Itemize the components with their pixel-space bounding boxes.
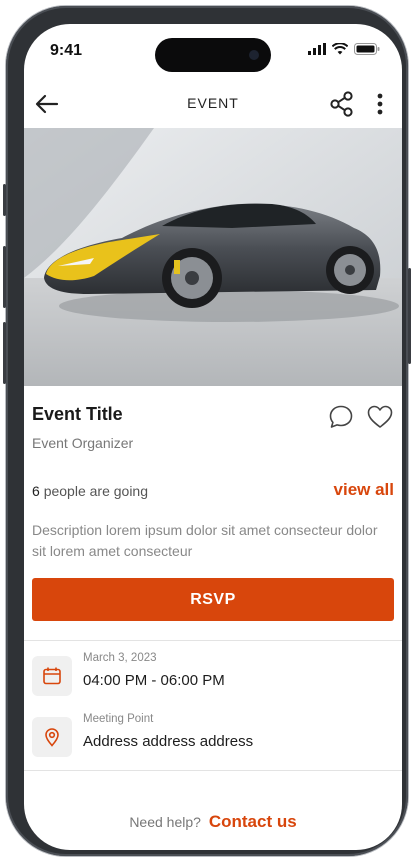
location-pin-icon: [45, 728, 59, 747]
help-text: Need help?: [129, 814, 201, 830]
battery-icon: [354, 43, 380, 55]
attendee-count: 6 people are going: [32, 483, 148, 499]
heart-icon[interactable]: [366, 403, 394, 431]
calendar-icon-box: [32, 656, 72, 696]
volume-down-button: [3, 322, 6, 384]
more-vertical-icon[interactable]: [370, 90, 390, 118]
power-button: [408, 268, 411, 364]
share-icon[interactable]: [328, 90, 356, 118]
status-icons: [308, 43, 380, 55]
status-bar: 9:41: [24, 24, 402, 82]
help-footer: Need help? Contact us: [24, 812, 402, 832]
phone-frame: 9:41 EVENT Event Title Event Organizer 6…: [3, 6, 411, 856]
event-description: Description lorem ipsum dolor sit amet c…: [32, 522, 378, 559]
event-date: March 3, 2023: [83, 652, 157, 664]
signal-icon: [308, 43, 326, 55]
volume-up-button: [3, 246, 6, 308]
location-icon-box: [32, 717, 72, 757]
divider: [24, 770, 402, 771]
location-address: Address address address: [83, 733, 254, 750]
event-image: [24, 128, 402, 386]
view-all-link[interactable]: view all: [334, 480, 394, 500]
location-label: Meeting Point: [83, 713, 154, 725]
going-text: people are going: [43, 483, 148, 499]
silent-switch: [3, 184, 6, 216]
divider: [24, 640, 402, 641]
event-time-range: 04:00 PM - 06:00 PM: [83, 672, 225, 689]
comment-icon[interactable]: [328, 404, 354, 430]
status-time: 9:41: [50, 42, 83, 59]
date-time-row: March 3, 2023 04:00 PM - 06:00 PM: [32, 648, 394, 700]
going-count: 6: [32, 483, 40, 499]
contact-us-link[interactable]: Contact us: [209, 812, 297, 831]
wifi-icon: [332, 43, 348, 55]
dynamic-island: [155, 38, 271, 72]
event-organizer[interactable]: Event Organizer: [32, 435, 133, 451]
screen: 9:41 EVENT Event Title Event Organizer 6…: [24, 24, 402, 850]
event-title: Event Title: [32, 404, 123, 424]
calendar-icon: [43, 667, 61, 685]
app-bar: EVENT: [24, 82, 402, 126]
location-row[interactable]: Meeting Point Address address address: [32, 709, 394, 761]
rsvp-button[interactable]: RSVP: [32, 578, 394, 621]
